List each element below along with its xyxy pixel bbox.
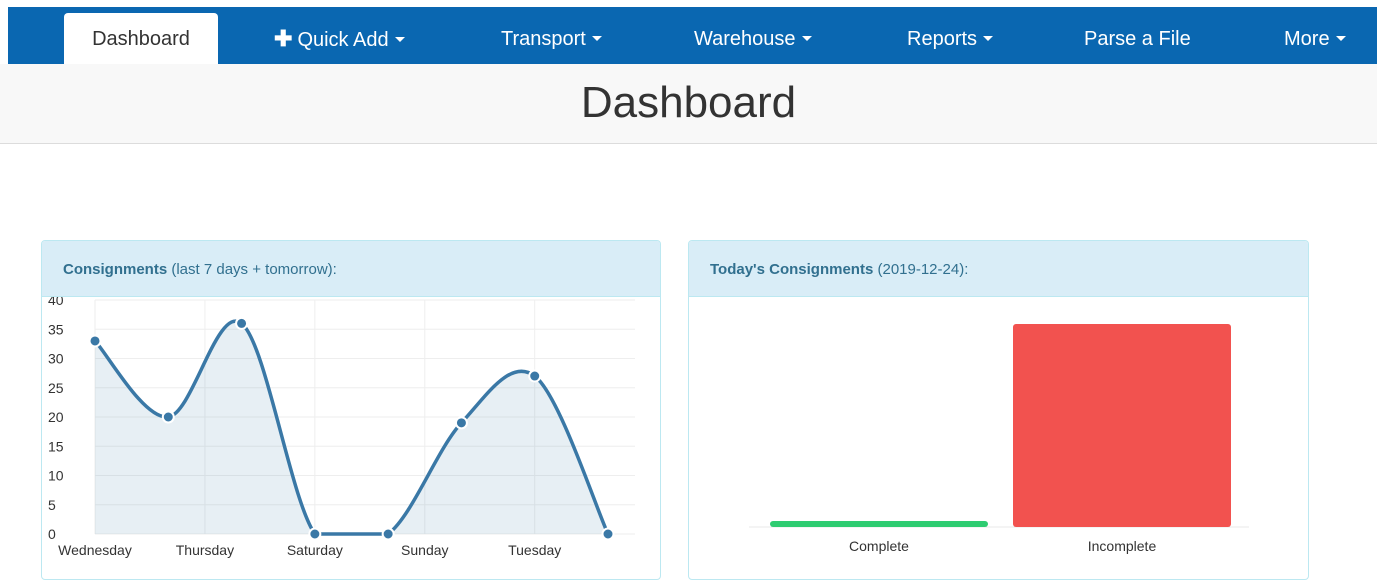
nav-parse-file[interactable]: Parse a File <box>1084 7 1191 64</box>
consignments-panel-title: Consignments <box>63 261 168 278</box>
y-tick-label: 15 <box>48 438 64 454</box>
nav-reports[interactable]: Reports <box>907 7 994 64</box>
nav-quick-add[interactable]: ✚ Quick Add <box>274 7 405 64</box>
caret-down-icon <box>801 36 812 42</box>
nav-warehouse-label: Warehouse <box>694 28 796 50</box>
nav-more[interactable]: More <box>1284 7 1346 64</box>
consignments-panel: Consignments (last 7 days + tomorrow): 4… <box>41 240 661 580</box>
nav-dashboard[interactable]: Dashboard <box>64 13 218 64</box>
data-point <box>381 527 395 541</box>
caret-down-icon <box>394 37 405 43</box>
nav-transport-label: Transport <box>501 28 586 50</box>
todays-consignments-panel-title: Today's Consignments <box>710 261 874 278</box>
y-tick-label: 5 <box>48 497 56 513</box>
x-category-label: Incomplete <box>1088 538 1157 554</box>
todays-consignments-panel-heading: Today's Consignments (2019-12-24): <box>689 241 1308 297</box>
todays-consignments-bar-chart: Complete Incomplete <box>749 324 1249 554</box>
y-tick-label: 40 <box>48 297 64 308</box>
series-area <box>95 321 608 534</box>
x-tick-label: Tuesday <box>508 542 561 558</box>
y-tick-label: 35 <box>48 321 64 337</box>
nav-quick-add-label: Quick Add <box>297 29 389 51</box>
plus-icon: ✚ <box>274 26 293 51</box>
x-tick-label: Thursday <box>176 542 234 558</box>
nav-transport[interactable]: Transport <box>501 7 602 64</box>
consignments-panel-subtitle: (last 7 days + tomorrow): <box>171 261 337 278</box>
x-tick-label: Sunday <box>401 542 448 558</box>
data-point <box>308 527 322 541</box>
x-category-label: Complete <box>849 538 909 554</box>
data-point <box>88 334 102 348</box>
page-header: Dashboard <box>0 64 1377 144</box>
data-point <box>601 527 615 541</box>
bar-incomplete <box>1013 324 1231 527</box>
x-tick-label: Wednesday <box>58 542 132 558</box>
bar-complete <box>770 521 988 527</box>
page-title: Dashboard <box>580 78 797 127</box>
consignments-line-chart: 40 35 30 25 20 15 10 5 0Wednesday Thursday Saturda… <box>48 297 635 558</box>
caret-down-icon <box>983 36 994 42</box>
caret-down-icon <box>591 36 602 42</box>
y-tick-label: 25 <box>48 380 64 396</box>
consignments-panel-heading: Consignments (last 7 days + tomorrow): <box>42 241 660 297</box>
todays-consignments-panel-subtitle: (2019-12-24): <box>877 261 969 278</box>
todays-consignments-panel: Today's Consignments (2019-12-24): Compl… <box>688 240 1309 580</box>
caret-down-icon <box>1335 36 1346 42</box>
data-point <box>161 410 175 424</box>
y-tick-label: 20 <box>48 409 64 425</box>
y-tick-label: 30 <box>48 351 64 367</box>
data-point <box>528 369 542 383</box>
nav-warehouse[interactable]: Warehouse <box>694 7 812 64</box>
top-navbar: Dashboard ✚ Quick Add Transport Warehouse… <box>8 7 1377 64</box>
data-point <box>235 316 249 330</box>
x-tick-label: Saturday <box>287 542 343 558</box>
data-point <box>454 416 468 430</box>
nav-parse-file-label: Parse a File <box>1084 28 1191 50</box>
y-tick-label: 0 <box>48 526 56 542</box>
nav-reports-label: Reports <box>907 28 978 50</box>
y-tick-label: 10 <box>48 468 64 484</box>
nav-more-label: More <box>1284 28 1330 50</box>
nav-dashboard-label: Dashboard <box>92 28 190 50</box>
